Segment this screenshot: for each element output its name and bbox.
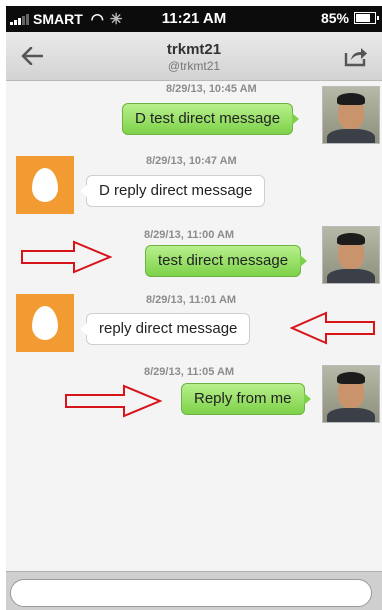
message-bubble-received[interactable]: reply direct message xyxy=(79,313,251,345)
message-bubble-received[interactable]: D reply direct message xyxy=(79,175,266,207)
egg-icon xyxy=(32,306,58,340)
conversation-title: trkmt21 @trkmt21 xyxy=(6,41,382,73)
annotation-arrow-right xyxy=(65,384,162,418)
user-avatar[interactable] xyxy=(322,365,380,423)
message-timestamp: 8/29/13, 10:45 AM xyxy=(166,83,257,95)
phone-screen: SMART ◠ ✳ 11:21 AM 85% trkmt21 @trkmt21 xyxy=(6,6,382,610)
message-thread[interactable]: 8/29/13, 10:45 AM D test direct message … xyxy=(6,81,382,571)
message-bubble-sent[interactable]: Reply from me xyxy=(181,383,311,415)
status-right: 85% xyxy=(320,10,379,26)
message-composer xyxy=(6,571,382,610)
user-avatar[interactable] xyxy=(322,226,380,284)
navigation-bar: trkmt21 @trkmt21 xyxy=(6,32,382,81)
share-icon xyxy=(344,48,367,67)
message-bubble-sent[interactable]: test direct message xyxy=(145,245,308,277)
conversation-handle: @trkmt21 xyxy=(167,59,221,73)
message-input[interactable] xyxy=(10,579,372,607)
contact-avatar-egg[interactable] xyxy=(16,156,74,214)
battery-icon xyxy=(354,12,379,24)
battery-percent: 85% xyxy=(320,10,349,26)
message-timestamp: 8/29/13, 10:47 AM xyxy=(146,155,237,167)
message-timestamp: 8/29/13, 11:05 AM xyxy=(144,366,235,378)
annotation-arrow-left xyxy=(290,311,375,345)
user-avatar[interactable] xyxy=(322,86,380,144)
message-bubble-sent[interactable]: D test direct message xyxy=(122,103,300,135)
message-timestamp: 8/29/13, 11:00 AM xyxy=(144,229,235,241)
conversation-name: trkmt21 xyxy=(166,41,222,58)
share-button[interactable] xyxy=(338,40,374,72)
status-bar: SMART ◠ ✳ 11:21 AM 85% xyxy=(6,6,382,32)
contact-avatar-egg[interactable] xyxy=(16,294,74,352)
annotation-arrow-right xyxy=(21,240,112,274)
egg-icon xyxy=(32,168,58,202)
message-timestamp: 8/29/13, 11:01 AM xyxy=(146,294,237,306)
